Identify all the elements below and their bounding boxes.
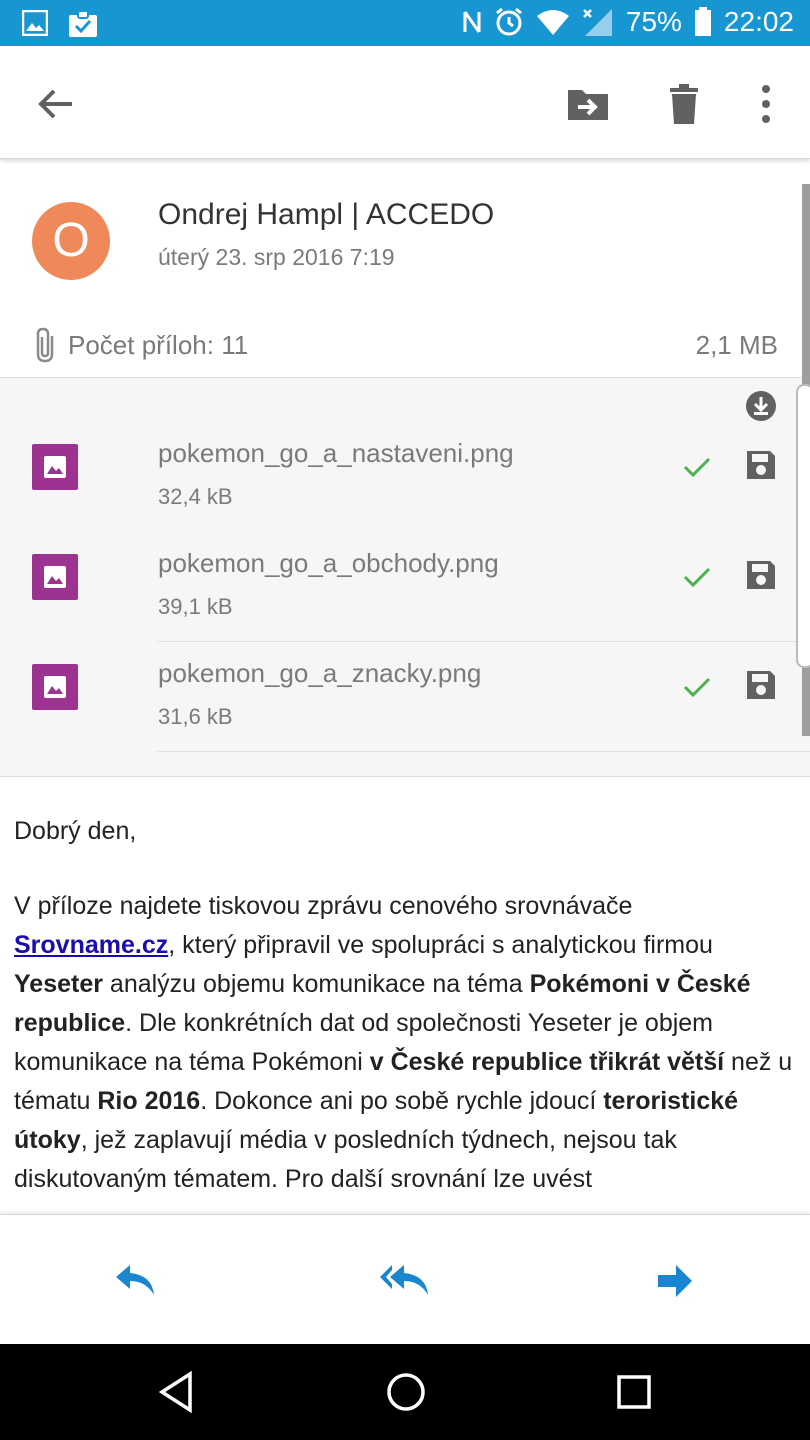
nav-back-icon	[158, 1370, 192, 1414]
delete-button[interactable]	[662, 82, 706, 126]
save-icon[interactable]	[745, 669, 777, 701]
attachment-item[interactable]: pokemon_go_a_obchody.png 39,1 kB	[0, 532, 810, 642]
nav-home-button[interactable]	[384, 1370, 428, 1414]
save-icon[interactable]	[745, 559, 777, 591]
app-toolbar	[0, 46, 810, 159]
greeting: Dobrý den,	[14, 817, 137, 845]
divider	[158, 751, 810, 752]
back-button[interactable]	[34, 82, 78, 126]
image-file-icon	[32, 444, 78, 490]
body-paragraph: V příloze najdete tiskovou zprávu cenové…	[14, 892, 793, 1193]
alarm-icon	[495, 7, 522, 36]
scroll-handle[interactable]	[796, 384, 810, 668]
battery-percent: 75%	[625, 6, 682, 37]
attachment-name: pokemon_go_a_obchody.png	[158, 548, 499, 578]
attachment-item[interactable]: pokemon_go_a_znacky.png 31,6 kB	[0, 642, 810, 752]
forward-button[interactable]	[654, 1263, 698, 1299]
image-file-icon	[32, 664, 78, 710]
back-arrow-icon	[38, 89, 72, 119]
system-nav-bar	[0, 1344, 810, 1440]
battery-icon	[694, 7, 711, 36]
attachment-count: Počet příloh: 11	[68, 330, 249, 360]
srovname-link[interactable]: Srovname.cz	[14, 931, 168, 959]
delete-icon	[670, 84, 698, 124]
check-icon	[683, 677, 711, 698]
nav-back-button[interactable]	[156, 1370, 200, 1414]
reply-bar	[0, 1214, 810, 1345]
more-options-button[interactable]	[744, 82, 788, 126]
check-icon	[683, 457, 711, 478]
attachment-size: 32,4 kB	[158, 484, 233, 509]
clock: 22:02	[723, 6, 794, 37]
reply-all-button[interactable]	[380, 1263, 432, 1299]
save-icon[interactable]	[745, 449, 777, 481]
signal-icon	[582, 9, 612, 36]
attachment-item[interactable]: pokemon_go_a_nastaveni.png 32,4 kB	[0, 422, 810, 532]
download-all-icon[interactable]	[745, 390, 777, 422]
attachment-size: 31,6 kB	[158, 704, 233, 729]
sender-name[interactable]: Ondrej Hampl | ACCEDO	[158, 198, 494, 232]
nfc-icon	[463, 11, 481, 33]
clipboard-check-icon	[69, 10, 97, 37]
attachment-total-size: 2,1 MB	[695, 330, 778, 360]
avatar[interactable]: O	[32, 202, 110, 280]
status-bar: 75% 22:02	[0, 0, 810, 46]
more-options-icon	[762, 85, 770, 123]
nav-home-icon	[387, 1373, 425, 1411]
wifi-icon	[536, 10, 569, 35]
attachment-name: pokemon_go_a_nastaveni.png	[158, 438, 514, 468]
nav-recents-button[interactable]	[612, 1370, 656, 1414]
message-body: Dobrý den, V příloze najdete tiskovou zp…	[14, 812, 794, 1235]
attachment-name: pokemon_go_a_znacky.png	[158, 658, 482, 688]
message-header: O Ondrej Hampl | ACCEDO úterý 23. srp 20…	[0, 166, 810, 376]
check-icon	[683, 567, 711, 588]
attachment-size: 39,1 kB	[158, 594, 233, 619]
nav-recents-icon	[617, 1375, 651, 1409]
reply-button[interactable]	[114, 1263, 158, 1299]
reply-icon	[116, 1265, 154, 1295]
move-to-folder-button[interactable]	[566, 82, 610, 126]
reply-all-icon	[380, 1265, 428, 1295]
paperclip-icon	[36, 327, 54, 363]
move-to-folder-icon	[568, 90, 608, 120]
forward-icon	[658, 1265, 692, 1297]
image-icon	[22, 10, 48, 36]
attachment-list: pokemon_go_a_nastaveni.png 32,4 kB pokem…	[0, 377, 810, 777]
message-date: úterý 23. srp 2016 7:19	[158, 244, 395, 270]
image-file-icon	[32, 554, 78, 600]
